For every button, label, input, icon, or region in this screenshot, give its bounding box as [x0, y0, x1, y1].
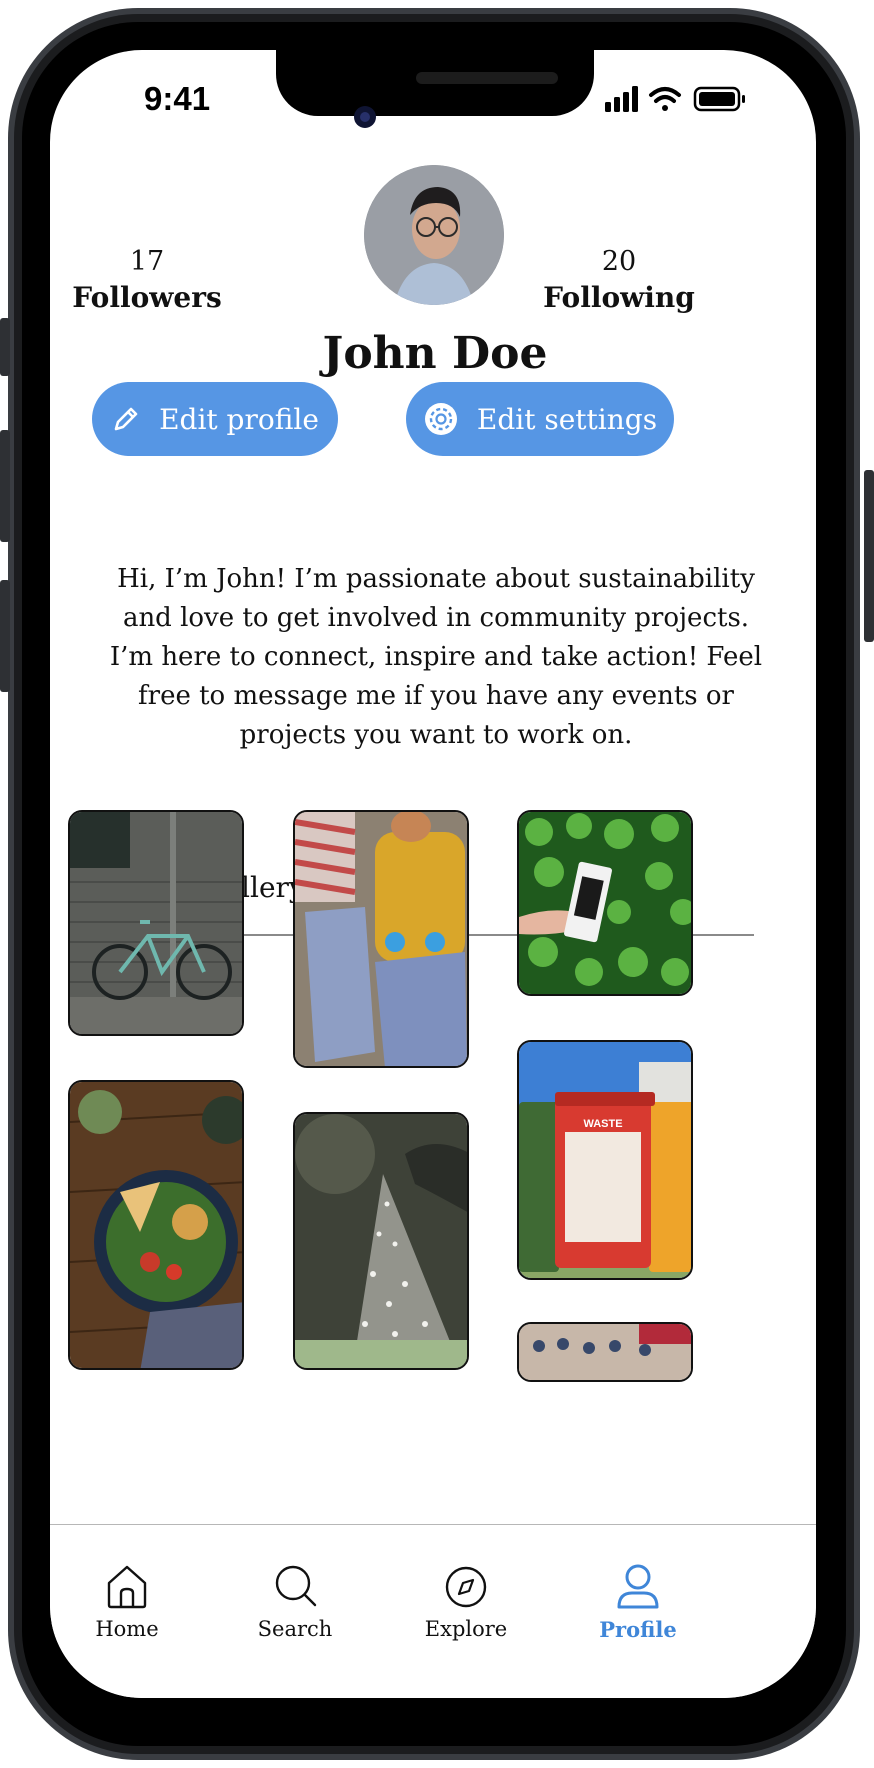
photo-recycling-bins[interactable]: WASTE [517, 1040, 693, 1280]
bin-label-text: WASTE [583, 1118, 622, 1130]
power-button [864, 470, 874, 642]
bio-text: Hi, I’m John! I’m passionate about susta… [109, 564, 763, 750]
nav-profile[interactable]: Profile [563, 1561, 713, 1642]
salad-bowl-photo-image [70, 1082, 242, 1368]
avatar-portrait [364, 165, 504, 305]
boxed-water-photo-image [519, 812, 691, 994]
gear-icon [424, 403, 457, 435]
photo-salad-bowl[interactable] [68, 1080, 244, 1370]
nav-home[interactable]: Home [52, 1561, 202, 1641]
edit-profile-label: Edit profile [159, 402, 319, 436]
litter-pickup-photo-image [295, 812, 467, 1066]
followers-label: Followers [72, 281, 222, 314]
front-camera [354, 106, 376, 128]
following-stat[interactable]: 20 Following [534, 246, 704, 314]
photo-crowd[interactable] [517, 1322, 693, 1382]
edit-settings-button[interactable]: Edit settings [406, 382, 674, 456]
following-count: 20 [601, 246, 637, 277]
compass-icon [445, 1566, 487, 1608]
speaker-grille [416, 72, 558, 84]
nav-search[interactable]: Search [220, 1561, 370, 1641]
edit-settings-label: Edit settings [476, 402, 658, 436]
nav-explore[interactable]: Explore [391, 1561, 541, 1641]
status-icons [605, 86, 745, 112]
followers-count: 17 [129, 246, 165, 277]
home-icon [107, 1565, 147, 1609]
photo-litter-pickup[interactable] [293, 810, 469, 1068]
nav-home-label: Home [95, 1617, 159, 1641]
crowd-photo-image [519, 1324, 691, 1380]
photo-watering-can[interactable] [293, 1112, 469, 1370]
search-icon [275, 1565, 317, 1607]
watering-can-photo-image [295, 1114, 467, 1368]
recycling-bins-photo-image: WASTE [519, 1042, 691, 1278]
profile-name: John Doe [322, 328, 548, 379]
pencil-icon [114, 407, 138, 431]
cellular-signal-icon [605, 86, 638, 112]
battery-icon [693, 86, 745, 112]
bottom-nav: Home Search Explore Profile [50, 1524, 816, 1698]
followers-stat[interactable]: 17 Followers [62, 246, 232, 314]
edit-profile-button[interactable]: Edit profile [92, 382, 338, 456]
volume-down-button [0, 580, 10, 692]
nav-explore-label: Explore [424, 1617, 508, 1641]
bicycle-photo-image [70, 812, 242, 1034]
screen: 9:41 17 Followers 20 Following John Doe … [50, 50, 816, 1698]
mute-switch [0, 318, 10, 376]
status-time: 9:41 [144, 80, 211, 117]
wifi-icon [649, 87, 681, 111]
profile-icon [617, 1564, 659, 1609]
following-label: Following [543, 281, 695, 314]
nav-profile-label: Profile [599, 1617, 677, 1642]
photo-boxed-water[interactable] [517, 810, 693, 996]
volume-up-button [0, 430, 10, 542]
avatar[interactable] [364, 165, 504, 305]
photo-bicycle[interactable] [68, 810, 244, 1036]
nav-search-label: Search [257, 1617, 333, 1641]
